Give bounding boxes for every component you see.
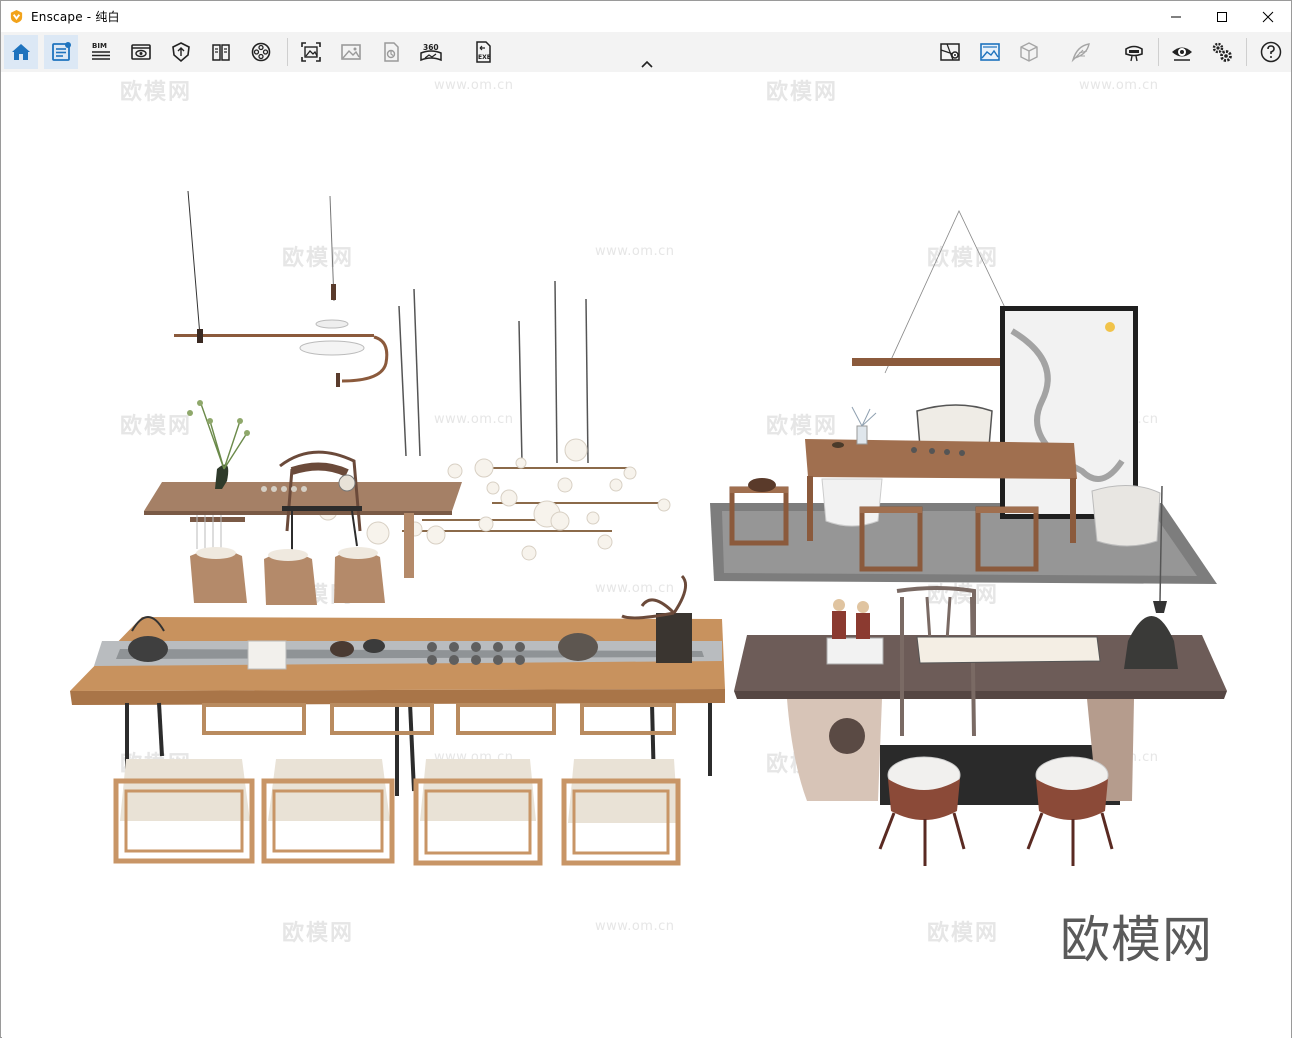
- close-button[interactable]: [1245, 1, 1291, 32]
- maximize-button[interactable]: [1199, 1, 1245, 32]
- export-exe-button[interactable]: EXE: [466, 35, 500, 69]
- scene-info-button[interactable]: [44, 35, 78, 69]
- stool: [413, 759, 543, 866]
- round-stool: [1026, 756, 1114, 866]
- panorama-button[interactable]: 360: [414, 35, 448, 69]
- enscape-logo-icon: [10, 9, 23, 24]
- window-title: Enscape - 纯白: [31, 10, 120, 24]
- round-stool: [878, 756, 966, 866]
- film-reel-icon: [251, 42, 271, 62]
- stool: [261, 759, 395, 864]
- preview-button[interactable]: [1165, 35, 1199, 69]
- home-icon: [12, 44, 30, 60]
- bim-icon: BIM: [92, 42, 110, 60]
- stool: [113, 759, 255, 864]
- bim-button[interactable]: BIM: [84, 35, 118, 69]
- maximize-icon: [1217, 11, 1227, 22]
- app-window: Enscape - 纯白 BIM 360 EXE 欧模网 www.om.cn 欧…: [0, 0, 1292, 1038]
- help-button[interactable]: [1254, 35, 1288, 69]
- collapse-toolbar-chevron-icon[interactable]: [639, 59, 655, 69]
- capture-image-icon: [301, 42, 321, 62]
- toolbar-separator: [1246, 38, 1247, 66]
- shield-icon: [172, 42, 190, 63]
- export-exe-icon: EXE: [476, 41, 491, 63]
- pendant-lamp-arc: [174, 190, 389, 387]
- landscape-icon: [980, 43, 1000, 61]
- exe-label: EXE: [478, 54, 491, 61]
- atmosphere-button[interactable]: [164, 35, 198, 69]
- book-icon: [212, 44, 230, 61]
- settings-button[interactable]: [1205, 35, 1239, 69]
- title-bar: Enscape - 纯白: [1, 1, 1291, 32]
- cube-icon: [1020, 42, 1038, 62]
- image-icon: [341, 44, 361, 60]
- feather-icon: [1071, 43, 1090, 63]
- bim-label: BIM: [92, 42, 107, 50]
- view-eye-icon: [131, 44, 151, 60]
- pendant-lamp-globes: [318, 280, 671, 561]
- map-icon: [940, 43, 960, 61]
- close-icon: [1262, 11, 1274, 22]
- tea-table-long: [70, 574, 725, 866]
- toolbar-separator: [1158, 38, 1159, 66]
- help-icon: [1260, 41, 1282, 63]
- stool: [561, 759, 681, 866]
- views-button[interactable]: [124, 35, 158, 69]
- render-viewport[interactable]: 欧模网 www.om.cn 欧模网 www.om.cn 欧模网 www.om.c…: [2, 72, 1291, 1038]
- tea-table-left: [144, 400, 462, 605]
- toolbar-separator: [287, 38, 288, 66]
- screenshot-button[interactable]: [294, 35, 328, 69]
- minimize-button[interactable]: [1153, 1, 1199, 32]
- minimize-icon: [1171, 16, 1181, 17]
- batch-render-button[interactable]: [334, 35, 368, 69]
- gears-icon: [1212, 42, 1232, 62]
- visual-settings-button[interactable]: [973, 35, 1007, 69]
- vr-headset-icon: [1125, 45, 1143, 62]
- feather-button[interactable]: [1064, 35, 1098, 69]
- vr-button[interactable]: [1117, 35, 1151, 69]
- asset-icon: [384, 42, 399, 62]
- document-settings-icon: [52, 42, 71, 61]
- asset-library-button[interactable]: [374, 35, 408, 69]
- panorama-360-icon: 360: [420, 43, 442, 62]
- materials-button[interactable]: [204, 35, 238, 69]
- map-button[interactable]: [933, 35, 967, 69]
- video-editor-button[interactable]: [244, 35, 278, 69]
- tea-set-right-rug: [710, 210, 1217, 584]
- home-button[interactable]: [4, 35, 38, 69]
- furniture-render: [70, 190, 1227, 866]
- brand-watermark: 欧模网: [1060, 911, 1213, 969]
- box-button[interactable]: [1012, 35, 1046, 69]
- eye-icon: [1172, 47, 1192, 61]
